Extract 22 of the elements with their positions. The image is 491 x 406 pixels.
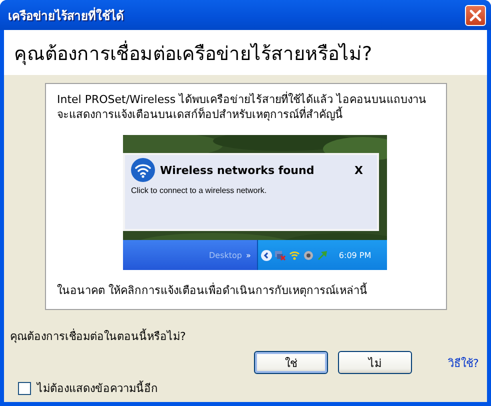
wireless-icon	[131, 158, 155, 182]
help-link[interactable]: วิธีใช้?	[448, 354, 479, 372]
question-text: คุณต้องการเชื่อมต่อในตอนนี้หรือไม่?	[10, 328, 187, 345]
balloon-title: Wireless networks found	[160, 164, 316, 176]
taskbar-clock: 6:09 PM	[338, 250, 372, 260]
close-icon	[469, 8, 482, 22]
dialog-heading: คุณต้องการเชื่อมต่อเครือข่ายไร้สายหรือไม่?	[14, 40, 372, 67]
intro-text: Intel PROSet/Wireless ได้พบเครือข่ายไร้สายที่ใช้ได้แล้ว ไอคอนบนแถบงานจะแสดงการแจ้งเตือนบนเดสก์ท็อปสำหรับเหตุการณ์ที่สำคัญนี้	[57, 92, 428, 122]
checkbox[interactable]	[18, 382, 31, 394]
close-button[interactable]	[465, 4, 486, 26]
dialog-button[interactable]: ใช่	[254, 351, 328, 374]
wifi-icon	[288, 250, 300, 260]
tray-arrow-icon	[316, 250, 328, 260]
toolbar-label: Desktop	[209, 250, 242, 260]
toolbar-chevron: »	[246, 250, 251, 260]
balloon-close: X	[354, 164, 363, 176]
checkbox-label: ไม่ต้องแสดงข้อความนี้อีก	[37, 380, 158, 397]
balloon-message: Click to connect to a wireless network.	[131, 186, 268, 195]
dialog-button[interactable]: ไม่	[338, 351, 412, 374]
footer-note: ในอนาคต ให้คลิกการแจ้งเตือนเพื่อดำเนินการกับเหตุการณ์เหล่านี้	[57, 282, 368, 299]
network-error-icon	[274, 250, 286, 260]
window-title: เครือข่ายไร้สายที่ใช้ได้	[8, 6, 124, 24]
